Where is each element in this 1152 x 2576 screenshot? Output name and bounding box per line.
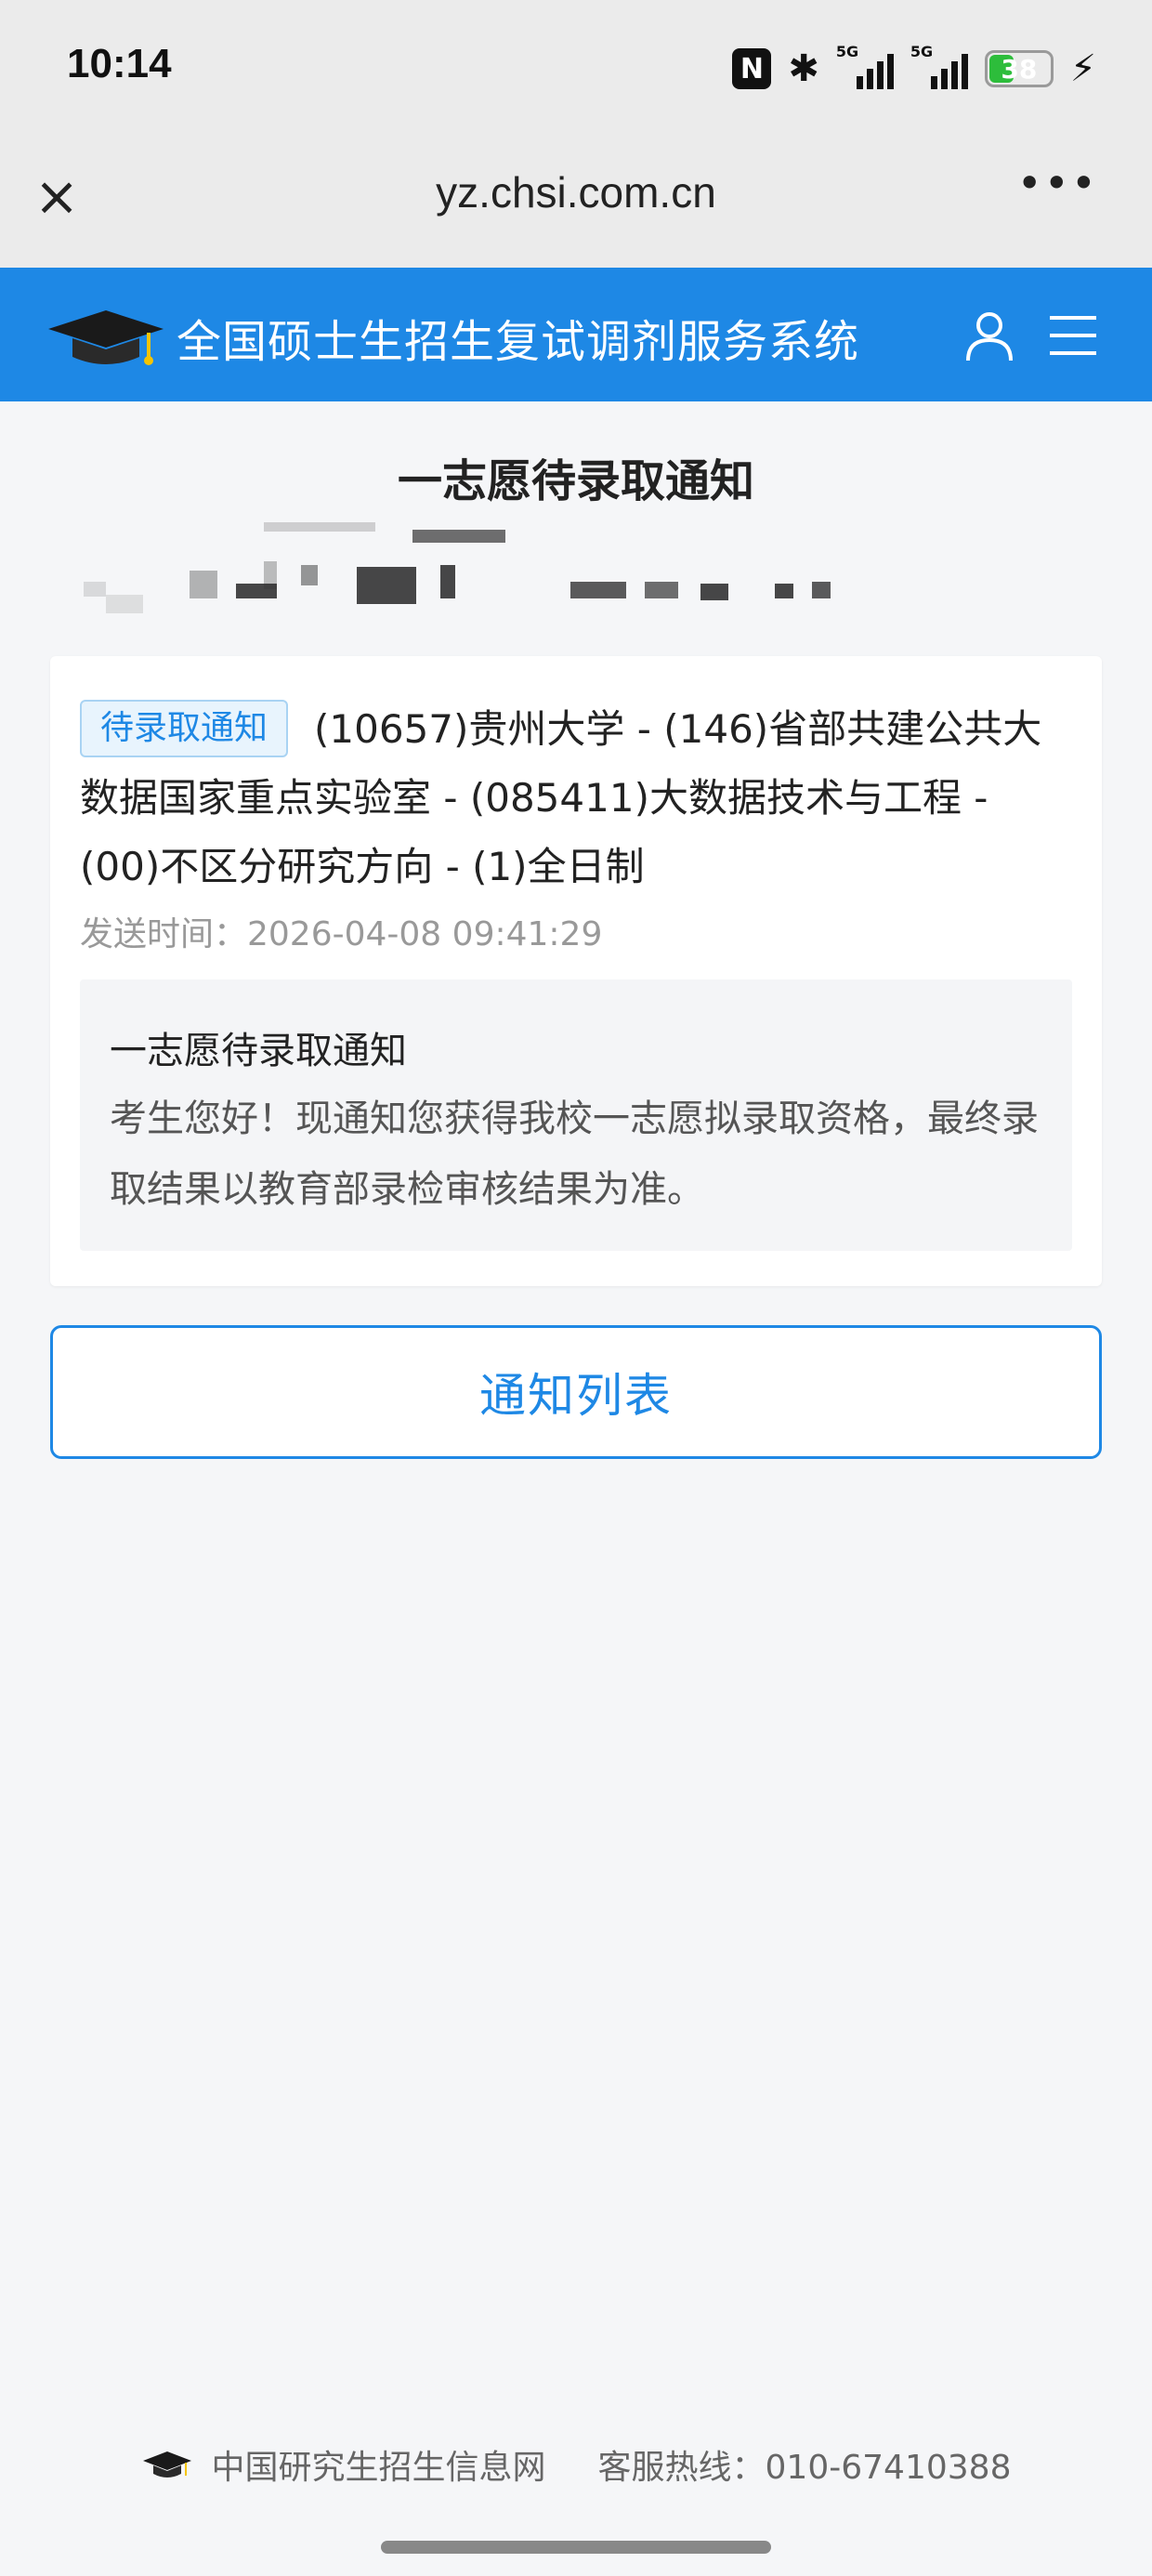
graduation-cap-icon: [142, 2451, 191, 2477]
user-icon[interactable]: [962, 309, 1016, 362]
signal-icon: 5G: [836, 43, 894, 89]
more-icon[interactable]: •••: [1017, 158, 1098, 208]
message-box: 一志愿待录取通知 考生您好！现通知您获得我校一志愿拟录取资格，最终录取结果以教育…: [80, 979, 1072, 1251]
app-title: 全国硕士生招生复试调剂服务系统: [177, 316, 860, 368]
bluetooth-icon: ✱: [788, 47, 819, 90]
status-time: 10:14: [67, 41, 172, 86]
url-display[interactable]: yz.chsi.com.cn: [0, 167, 1152, 217]
signal-icon: 5G: [910, 43, 968, 89]
redacted-info: [50, 520, 1102, 623]
menu-icon[interactable]: [1046, 309, 1100, 362]
page-title: 一志愿待录取通知: [397, 455, 754, 507]
browser-toolbar: × yz.chsi.com.cn •••: [0, 139, 1152, 268]
footer: 中国研究生招生信息网 客服热线：010-67410388: [0, 2440, 1152, 2489]
status-badge: 待录取通知: [80, 699, 289, 757]
status-bar: 10:14 N ✱ 5G 5G 38 ⚡: [0, 0, 1152, 139]
notification-list-button[interactable]: 通知列表: [50, 1325, 1102, 1459]
home-indicator[interactable]: [381, 2541, 771, 2554]
nfc-icon: N: [732, 48, 772, 89]
send-time: 发送时间：2026-04-08 09:41:29: [80, 915, 603, 953]
message-title: 一志愿待录取通知: [110, 1030, 407, 1072]
battery-level: 38: [1001, 53, 1038, 85]
footer-hotline: 客服热线：010-67410388: [597, 2449, 1012, 2487]
notice-card[interactable]: 待录取通知 (10657)贵州大学 - (146)省部共建公共大数据国家重点实验室…: [50, 656, 1102, 1286]
app-header: 全国硕士生招生复试调剂服务系统: [0, 268, 1152, 401]
graduation-cap-logo[interactable]: [45, 301, 167, 372]
battery-icon: 38: [984, 50, 1054, 87]
footer-site-name[interactable]: 中国研究生招生信息网: [212, 2440, 546, 2489]
status-icons: N ✱ 5G 5G 38 ⚡: [732, 41, 1096, 97]
message-body: 考生您好！现通知您获得我校一志愿拟录取资格，最终录取结果以教育部录检审核结果为准…: [110, 1097, 1039, 1211]
charging-icon: ⚡: [1069, 47, 1096, 90]
notice-program-text: 待录取通知 (10657)贵州大学 - (146)省部共建公共大数据国家重点实验室…: [80, 695, 1076, 901]
